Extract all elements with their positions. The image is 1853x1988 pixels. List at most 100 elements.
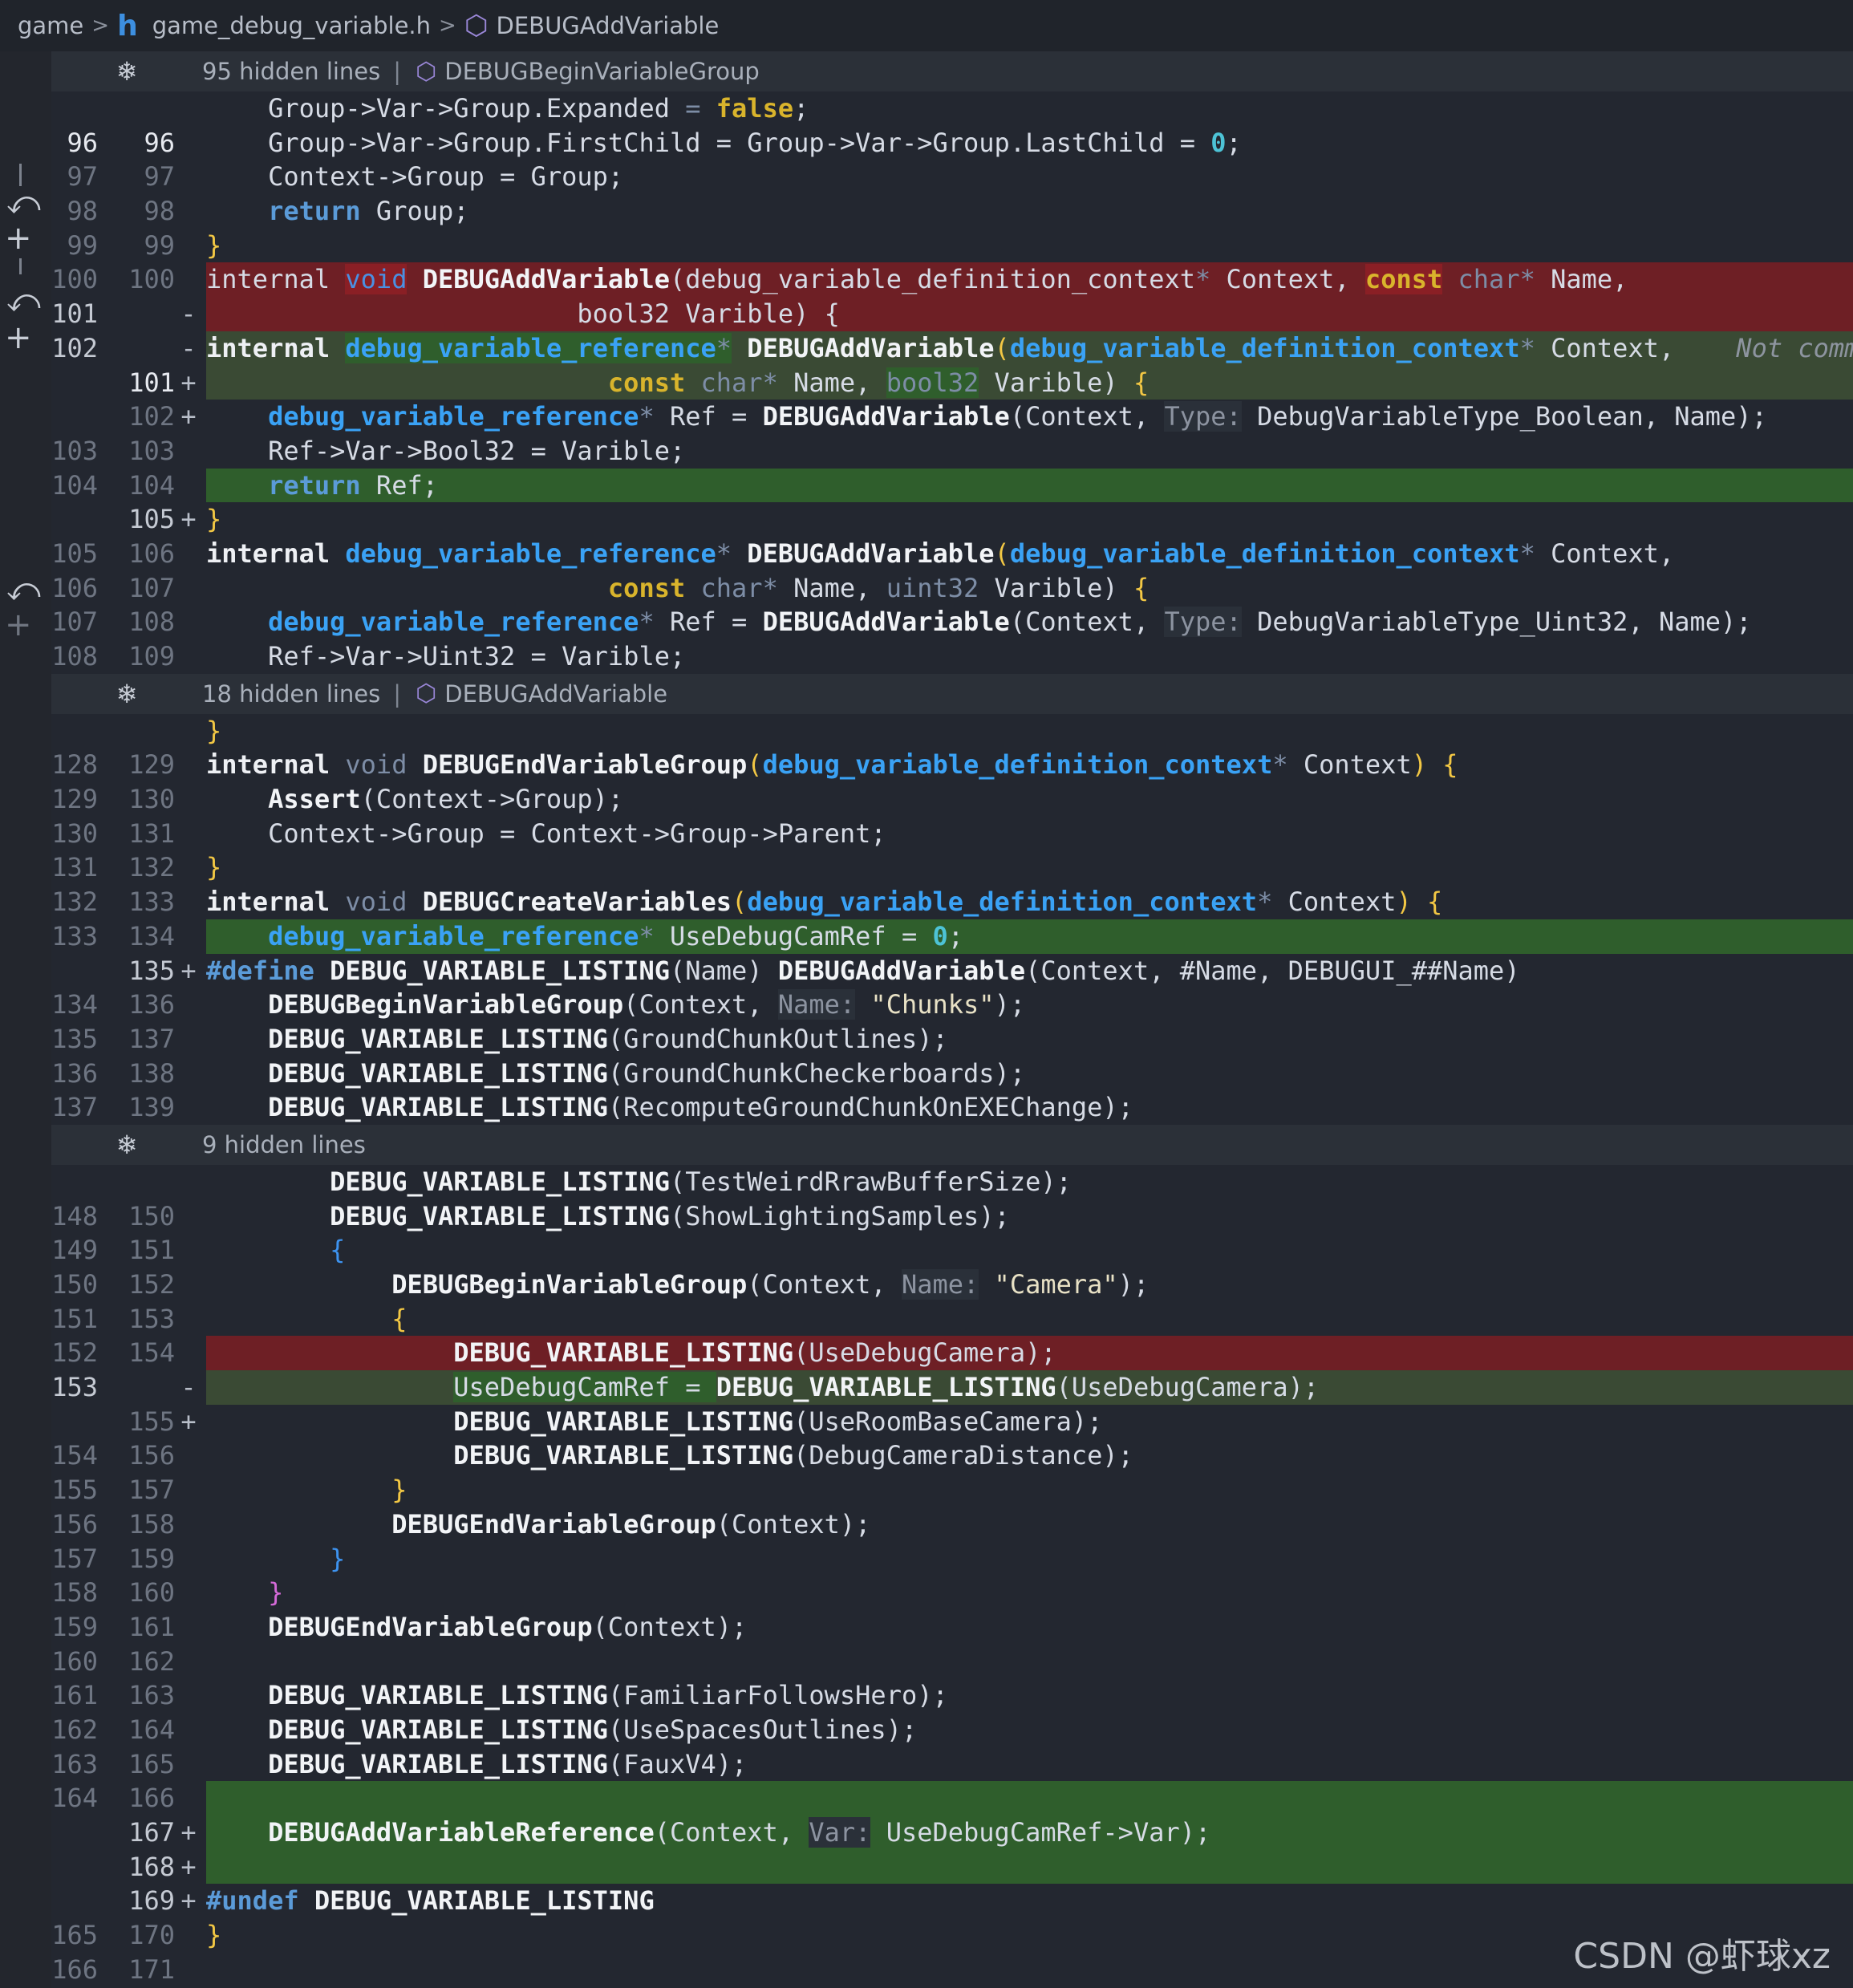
chevron-right-icon: > (91, 14, 110, 38)
added-line[interactable]: 167 + (51, 1781, 1853, 1848)
symbol-cube-icon: ⬡ (416, 57, 437, 86)
unfold-icon[interactable]: ❄ (51, 1130, 202, 1160)
code-text: DEBUGEndVariableGroup(Context); (268, 1611, 748, 1642)
code-text: debug_variable_reference* Ref = DEBUGAdd… (268, 401, 1767, 432)
code-text: const char* Name, bool32 Varible) { (206, 365, 1853, 400)
code-line[interactable]: 159 161 } (51, 1576, 1853, 1642)
code-line[interactable]: 157 159 DEBUGEndVariableGroup(Context); (51, 1507, 1853, 1574)
code-line[interactable]: 97 97 Group->Var->Group.FirstChild = Grou… (51, 126, 1853, 193)
added-line[interactable]: 168 + DEBUGAddVariableReference(Context, … (51, 1816, 1853, 1882)
code-line[interactable]: 148 150 DEBUG_VARIABLE_LISTING(TestWeirdR… (51, 1165, 1853, 1231)
code-line[interactable]: 109110 Ref->Var->Uint32 = Varible; (51, 639, 1853, 706)
code-line[interactable]: 149 151 DEBUG_VARIABLE_LISTING(ShowLighti… (51, 1199, 1853, 1266)
code-text: } (391, 1475, 407, 1506)
code-text: } (268, 1577, 284, 1609)
revert-arrow-icon[interactable]: ⤺ (6, 282, 41, 319)
code-line[interactable]: 165 170 #undef DEBUG_VARIABLE_LISTING (51, 1884, 1853, 1950)
symbol-cube-icon: ⬡ (464, 10, 489, 42)
code-line[interactable]: 135 137 DEBUGBeginVariableGroup(Context, … (51, 988, 1853, 1054)
code-line[interactable]: 161 163 (51, 1645, 1853, 1710)
code-text: DEBUG_VARIABLE_LISTING(FamiliarFollowsHe… (268, 1680, 948, 1711)
stage-plus-icon[interactable]: + (5, 319, 32, 356)
code-text (206, 1849, 1853, 1885)
code-line[interactable]: 106 107 internal debug_variable_reference… (51, 537, 1853, 603)
code-line[interactable]: 99 99 return Group; (51, 194, 1853, 261)
code-line[interactable]: 134 136 #define DEBUG_VARIABLE_LISTING(Na… (51, 954, 1853, 1020)
code-line[interactable]: 136 138 DEBUG_VARIABLE_LISTING(GroundChun… (51, 1022, 1853, 1089)
code-text: } (206, 229, 222, 261)
added-line[interactable]: 135 + debug_variable_reference* UseDebugC… (51, 919, 1853, 986)
chevron-right-icon: > (439, 14, 456, 38)
code-line[interactable]: 154 156 DEBUG_VARIABLE_LISTING(UseRoomBas… (51, 1405, 1853, 1471)
diff-editor[interactable]: ❄ 95 hidden lines | ⬡ DEBUGBeginVariable… (51, 51, 1853, 1988)
code-line[interactable]: 98 98 Context->Group = Group; (51, 160, 1853, 226)
unfold-icon[interactable]: ❄ (51, 679, 202, 709)
fold-symbol: DEBUGAddVariable (444, 680, 668, 708)
code-line[interactable]: 156 158 } (51, 1473, 1853, 1540)
code-text: } (206, 715, 222, 746)
added-line[interactable]: 169 + (51, 1849, 1853, 1916)
added-line[interactable]: 102 + const char* Name, bool32 Varible) { (51, 365, 1853, 432)
code-line[interactable]: 163 165 DEBUG_VARIABLE_LISTING(UseSpacesO… (51, 1713, 1853, 1779)
code-line[interactable]: 108 109 debug_variable_reference* Ref = D… (51, 605, 1853, 671)
code-text: DEBUG_VARIABLE_LISTING(RecomputeGroundCh… (268, 1092, 1133, 1123)
unfold-icon[interactable]: ❄ (51, 56, 202, 87)
code-text: DEBUG_VARIABLE_LISTING(UseSpacesOutlines… (268, 1714, 918, 1745)
code-line[interactable]: 155 157 DEBUG_VARIABLE_LISTING(DebugCamer… (51, 1438, 1853, 1505)
code-line[interactable]: 130 131 Assert(Context->Group); (51, 782, 1853, 849)
code-line[interactable]: 129 130 internal void DEBUGEndVariableGro… (51, 748, 1853, 814)
code-line[interactable]: 152 154 { (51, 1302, 1853, 1369)
code-line[interactable]: 105 106 } (51, 502, 1853, 569)
diff-gutter: ⤺ + ⤺ + ⤺ + (0, 51, 51, 1988)
added-line[interactable]: 155 + UseDebugCamRef = DEBUG_VARIABLE_LIS… (51, 1370, 1853, 1437)
code-line[interactable]: 128 129 } (51, 714, 1853, 781)
fold-region[interactable]: ❄ 18 hidden lines | ⬡ DEBUGAddVariable (51, 673, 1853, 714)
added-line[interactable]: 105 + return Ref; (51, 468, 1853, 534)
deleted-line[interactable]: 153- DEBUG_VARIABLE_LISTING(UseDebugCame… (51, 1336, 1853, 1402)
code-line[interactable]: 162 164 DEBUG_VARIABLE_LISTING(FamiliarFo… (51, 1678, 1853, 1745)
stage-plus-icon[interactable]: + (5, 220, 32, 257)
code-line[interactable]: 133 134 internal void DEBUGCreateVariable… (51, 885, 1853, 951)
watermark: CSDN @虾球xz (1573, 1936, 1831, 1977)
code-line[interactable]: 150 152 { (51, 1233, 1853, 1300)
code-line[interactable]: 160 162 DEBUGEndVariableGroup(Context); (51, 1610, 1853, 1677)
code-line[interactable]: 131 132 Context->Group = Context->Group->… (51, 817, 1853, 883)
fold-separator: | (393, 680, 402, 708)
code-text: Context->Group = Group; (268, 161, 624, 193)
code-text: DEBUG_VARIABLE_LISTING(ShowLightingSampl… (330, 1200, 1010, 1231)
fold-region[interactable]: ❄ 95 hidden lines | ⬡ DEBUGBeginVariable… (51, 51, 1853, 91)
deleted-line[interactable]: 101- internal void DEBUGAddVariable(debu… (51, 262, 1853, 329)
code-text: Context->Group = Context->Group->Parent; (268, 818, 886, 849)
code-text: internal void DEBUGCreateVariables(debug… (206, 886, 1443, 918)
revert-arrow-icon[interactable]: ⤺ (6, 571, 41, 608)
code-line[interactable]: 100 100 } (51, 229, 1853, 295)
code-line[interactable]: 151 153 DEBUGBeginVariableGroup(Context, … (51, 1268, 1853, 1334)
breadcrumb-item-folder[interactable]: game (18, 12, 83, 39)
code-line[interactable]: 158 160 } (51, 1542, 1853, 1609)
code-text: Group->Var->Group.FirstChild = Group->Va… (268, 127, 1242, 158)
code-line[interactable]: 107 108 const char* Name, uint32 Varible)… (51, 571, 1853, 638)
fold-separator: | (393, 58, 402, 85)
code-line[interactable]: 137 139 DEBUG_VARIABLE_LISTING(GroundChun… (51, 1057, 1853, 1123)
deleted-line[interactable]: 102- bool32 Varible) { (51, 297, 1853, 363)
code-line[interactable]: 96 96 Group->Var->Group.Expanded = false; (51, 91, 1853, 158)
code-text: #define DEBUG_VARIABLE_LISTING(Name) DEB… (206, 955, 1520, 986)
revert-arrow-icon[interactable]: ⤺ (6, 185, 41, 221)
code-line[interactable]: 132 133 } (51, 850, 1853, 917)
added-line[interactable]: 101 + internal debug_variable_reference* … (51, 331, 1853, 398)
code-text: DEBUG_VARIABLE_LISTING(TestWeirdRrawBuff… (330, 1166, 1072, 1197)
code-line[interactable]: 138140 DEBUG_VARIABLE_LISTING(RecomputeG… (51, 1090, 1853, 1157)
change-bar (19, 258, 22, 274)
breadcrumb-item-symbol[interactable]: DEBUGAddVariable (497, 12, 720, 39)
code-line[interactable]: 104 104 Ref->Var->Bool32 = Varible; (51, 434, 1853, 501)
fold-region[interactable]: ❄ 9 hidden lines (51, 1124, 1853, 1165)
code-line[interactable]: 164 166 DEBUG_VARIABLE_LISTING(FauxV4); (51, 1747, 1853, 1814)
breadcrumb-item-file[interactable]: game_debug_variable.h (152, 12, 431, 39)
code-text: DEBUGEndVariableGroup(Context); (391, 1508, 871, 1540)
stage-plus-icon[interactable]: + (5, 607, 32, 643)
code-text: Ref->Var->Uint32 = Varible; (268, 641, 686, 671)
code-text: DEBUGBeginVariableGroup(Context, Name: "… (268, 989, 1026, 1020)
fold-label: 9 hidden lines (202, 1130, 366, 1158)
code-text: internal debug_variable_reference* DEBUG… (206, 331, 1853, 366)
code-line[interactable]: 103 103 debug_variable_reference* Ref = D… (51, 400, 1853, 466)
